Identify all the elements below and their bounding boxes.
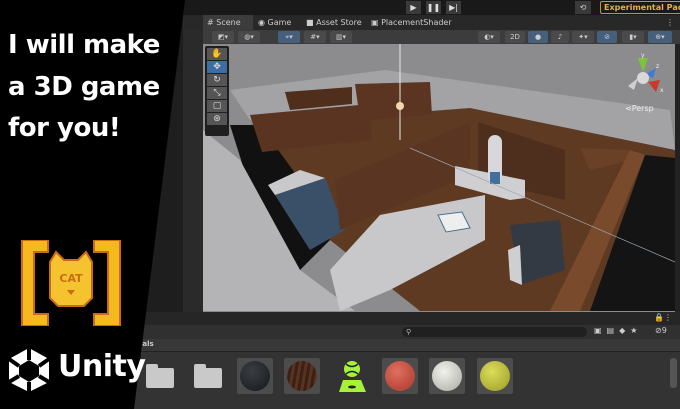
headline-line-1: I will make: [8, 30, 160, 60]
headline-line-3: for you!: [8, 113, 121, 143]
cat-logo: CAT: [21, 240, 121, 326]
promo-panel: [0, 0, 185, 409]
cat-logo-text: CAT: [59, 272, 83, 285]
unity-wordmark: Unity: [58, 349, 146, 384]
unity-logo-icon: [7, 348, 51, 392]
headline-line-2: a 3D game: [8, 72, 160, 102]
